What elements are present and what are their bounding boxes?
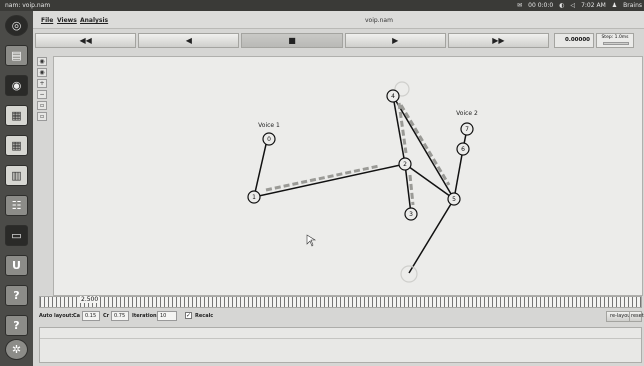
pane-divider bbox=[40, 338, 641, 339]
svg-text:0: 0 bbox=[267, 136, 271, 143]
packet-flow-2-3 bbox=[408, 174, 415, 206]
play-button[interactable]: ▶ bbox=[344, 33, 446, 48]
fast-forward-button[interactable]: ▶▶ bbox=[447, 33, 550, 48]
svg-text:4: 4 bbox=[391, 93, 395, 100]
system-tray: ✉ 00 0:0:0 ◐ ◁ 7:02 AM ♟ Brains bbox=[517, 0, 642, 11]
timeline-ticks bbox=[40, 297, 641, 307]
dash-home-icon[interactable]: ◎ bbox=[5, 15, 28, 36]
window-title: voip.nam bbox=[365, 17, 393, 24]
zoom-icon[interactable]: ▫ bbox=[37, 101, 47, 110]
transport-controls: ◀◀ ◀ ■ ▶ ▶▶ bbox=[35, 33, 551, 48]
reset-button[interactable]: reset bbox=[629, 311, 644, 322]
play-backward-button[interactable]: ◀ bbox=[138, 33, 240, 48]
node-4[interactable]: 4 bbox=[386, 89, 400, 103]
iterations-label: Iterations bbox=[132, 313, 160, 319]
node-6[interactable]: 6 bbox=[456, 142, 470, 156]
cr-label: Cr bbox=[103, 313, 110, 319]
stop-icon: ■ bbox=[288, 36, 296, 45]
rewind-icon: ◀◀ bbox=[79, 36, 92, 45]
svg-text:1: 1 bbox=[252, 194, 256, 201]
svg-text:6: 6 bbox=[461, 146, 465, 153]
packet-flow-4-5 bbox=[399, 104, 451, 186]
calc-icon[interactable]: ▦ bbox=[5, 135, 28, 156]
step-label: Step: 1.0ms bbox=[601, 35, 629, 40]
ca-label: Ca bbox=[73, 313, 81, 319]
browser-icon[interactable]: ◉ bbox=[5, 75, 28, 96]
terminal-icon[interactable]: ▭ bbox=[5, 225, 28, 246]
svg-text:2: 2 bbox=[403, 161, 407, 168]
node-3[interactable]: 3 bbox=[404, 207, 418, 221]
user-name[interactable]: Brains bbox=[623, 0, 642, 11]
node-2[interactable]: 2 bbox=[398, 157, 412, 171]
packet-flow-4-2 bbox=[397, 102, 408, 154]
layout-controls: Auto layout: Ca 0.15 Cr 0.75 Iterations … bbox=[39, 311, 644, 323]
node-5[interactable]: 5 bbox=[447, 192, 461, 206]
menu-file[interactable]: File bbox=[41, 17, 53, 24]
node-0[interactable]: 0 bbox=[262, 132, 276, 146]
time-field[interactable]: 0.00000 bbox=[554, 33, 594, 48]
play-back-icon: ◀ bbox=[185, 36, 192, 45]
eye-icon-2[interactable]: ◉ bbox=[37, 68, 47, 77]
link-1-0 bbox=[253, 139, 268, 198]
packet-flow-1-2 bbox=[265, 164, 380, 192]
clock[interactable]: 7:02 AM bbox=[581, 0, 606, 11]
system-window-title: nam: voip.nam bbox=[5, 2, 51, 9]
svg-text:3: 3 bbox=[409, 211, 413, 218]
play-icon: ▶ bbox=[392, 36, 399, 45]
menu-views[interactable]: Views bbox=[57, 17, 77, 24]
timeline-slider[interactable]: 2.500 bbox=[39, 296, 642, 308]
nam-window: File Views Analysis voip.nam ◀◀ ◀ ■ ▶ ▶▶… bbox=[33, 11, 644, 366]
stop-button[interactable]: ■ bbox=[241, 33, 343, 48]
software-center-icon[interactable]: ☷ bbox=[5, 195, 28, 216]
voice-1-label: Voice 1 bbox=[258, 122, 280, 129]
iterations-input[interactable]: 10 bbox=[157, 311, 177, 321]
voice-2-label: Voice 2 bbox=[456, 110, 478, 117]
link-6-5 bbox=[453, 148, 464, 200]
impress-icon[interactable]: ▥ bbox=[5, 165, 28, 186]
zoom-out-icon[interactable]: − bbox=[37, 90, 47, 99]
mail-icon[interactable]: ✉ bbox=[517, 0, 522, 11]
fit-icon[interactable]: ▫ bbox=[37, 112, 47, 121]
timeline-marker-label: 2.500 bbox=[80, 296, 100, 303]
help-icon[interactable]: ? bbox=[5, 285, 28, 306]
recalc-label: Recalc bbox=[195, 313, 214, 319]
fast-forward-icon: ▶▶ bbox=[492, 36, 505, 45]
topology-canvas[interactable]: Voice 1 Voice 2 0 1 2 3 4 5 6 7 bbox=[53, 56, 643, 296]
launcher: ◎ ▤ ◉ ▦ ▦ ▥ ☷ ▭ U ? ? ✲ bbox=[0, 11, 33, 366]
files-icon[interactable]: ▤ bbox=[5, 45, 28, 66]
step-control[interactable]: Step: 1.0ms bbox=[596, 33, 634, 48]
mouse-cursor-icon bbox=[306, 234, 317, 247]
zoom-toolbar: ◉ ◉ + − ▫ ▫ bbox=[37, 57, 49, 137]
ghost-nodes bbox=[394, 81, 418, 283]
menu-bar: File Views Analysis voip.nam bbox=[33, 11, 644, 29]
writer-icon[interactable]: ▦ bbox=[5, 105, 28, 126]
auto-layout-label: Auto layout: bbox=[39, 313, 74, 319]
eye-icon[interactable]: ◉ bbox=[37, 57, 47, 66]
node-1[interactable]: 1 bbox=[247, 190, 261, 204]
rewind-button[interactable]: ◀◀ bbox=[35, 33, 137, 48]
node-7[interactable]: 7 bbox=[460, 122, 474, 136]
ubuntu-one-icon[interactable]: U bbox=[5, 255, 28, 276]
topology-svg: Voice 1 Voice 2 0 1 2 3 4 5 6 7 bbox=[247, 81, 478, 283]
recalc-checkbox[interactable]: ✓ bbox=[185, 312, 192, 319]
svg-text:5: 5 bbox=[452, 196, 456, 203]
network-icon[interactable]: ◐ bbox=[559, 0, 564, 11]
volume-icon[interactable]: ◁ bbox=[570, 0, 575, 11]
step-slider[interactable] bbox=[603, 42, 629, 45]
link-1-2 bbox=[253, 163, 406, 198]
user-icon[interactable]: ♟ bbox=[612, 0, 617, 11]
cr-input[interactable]: 0.75 bbox=[111, 311, 129, 321]
help-icon-2[interactable]: ? bbox=[5, 315, 28, 336]
settings-icon[interactable]: ✲ bbox=[5, 339, 28, 360]
annotation-pane[interactable] bbox=[39, 327, 642, 363]
ca-input[interactable]: 0.15 bbox=[82, 311, 100, 321]
system-top-bar: nam: voip.nam ✉ 00 0:0:0 ◐ ◁ 7:02 AM ♟ B… bbox=[0, 0, 644, 11]
svg-text:7: 7 bbox=[465, 126, 469, 133]
zoom-in-icon[interactable]: + bbox=[37, 79, 47, 88]
ghost-node-bottom bbox=[400, 265, 418, 283]
tray-text[interactable]: 00 0:0:0 bbox=[528, 0, 553, 11]
screen: nam: voip.nam ✉ 00 0:0:0 ◐ ◁ 7:02 AM ♟ B… bbox=[0, 0, 644, 366]
menu-analysis[interactable]: Analysis bbox=[80, 17, 108, 24]
